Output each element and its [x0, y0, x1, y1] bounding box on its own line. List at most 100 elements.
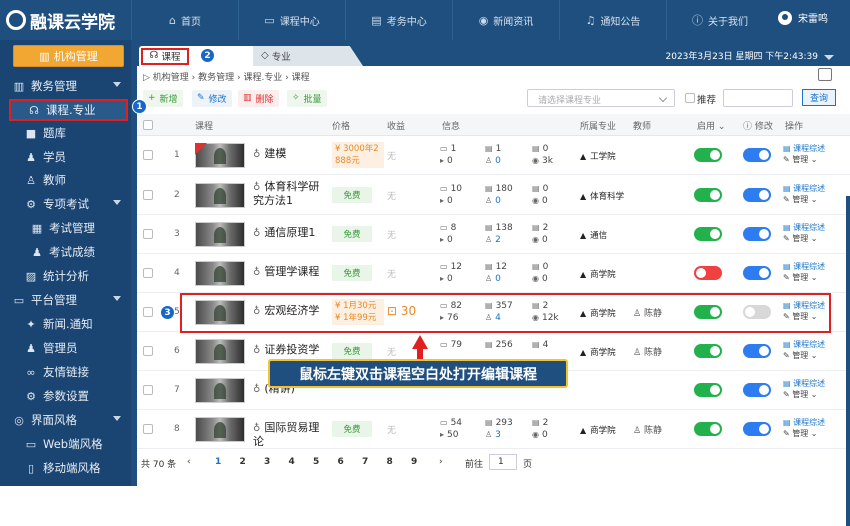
page-number[interactable]: 4	[289, 457, 295, 467]
course-thumbnail[interactable]	[195, 261, 245, 286]
course-summary-link[interactable]: ▤ 课程综述	[783, 417, 825, 428]
tabs-dropdown-icon[interactable]	[824, 55, 834, 60]
org-manage-button[interactable]: ▥ 机构管理	[13, 45, 124, 67]
enable-toggle[interactable]	[694, 266, 722, 280]
course-summary-link[interactable]: ▤ 课程综述	[783, 261, 825, 272]
manage-dropdown[interactable]: ✎ 管理 ⌄	[783, 350, 825, 361]
prev-page-icon[interactable]: ‹	[187, 457, 191, 467]
th-enable[interactable]: 启用 ⌄	[697, 119, 725, 132]
course-name[interactable]: ♁ 通信原理1	[253, 226, 327, 240]
course-summary-link[interactable]: ▤ 课程综述	[783, 222, 825, 233]
row-checkbox[interactable]	[143, 229, 153, 239]
topnav-item[interactable]: ♫ 通知公告	[559, 0, 666, 40]
sidebar-item[interactable]: ▭ Web端风格	[0, 433, 131, 455]
manage-dropdown[interactable]: ✎ 管理 ⌄	[783, 272, 825, 283]
add-button[interactable]: + 新增	[143, 90, 183, 107]
page-number[interactable]: 1	[215, 457, 221, 467]
topnav-item[interactable]: ⓘ 关于我们	[666, 0, 773, 40]
course-summary-link[interactable]: ▤ 课程综述	[783, 378, 825, 389]
sidebar-item[interactable]: ▯ 移动端风格	[0, 457, 131, 479]
user-menu[interactable]: 宋雷鸣	[778, 10, 828, 25]
query-button[interactable]: 查询	[802, 89, 836, 106]
row-checkbox[interactable]	[143, 150, 153, 160]
enable-toggle[interactable]	[694, 383, 722, 397]
edit-toggle[interactable]	[743, 344, 771, 358]
course-thumbnail[interactable]	[195, 339, 245, 364]
sidebar-item[interactable]: ⚙ 专项考试	[0, 193, 131, 215]
edit-toggle[interactable]	[743, 148, 771, 162]
sidebar-item[interactable]: ■ 题库	[0, 122, 131, 144]
row-checkbox[interactable]	[143, 385, 153, 395]
row-checkbox[interactable]	[143, 190, 153, 200]
enable-toggle[interactable]	[694, 188, 722, 202]
table-row[interactable]: 2 ♁ 体育科学研究方法1 免费无 ▭ 10 ▸ 0 ▤ 180 ♙ 0 ▤ 0 ◉ 0 ▲ 体育科学 ▤ 课程综述…	[137, 176, 850, 215]
sidebar-item[interactable]: ∞ 友情链接	[0, 361, 131, 383]
next-page-icon[interactable]: ›	[439, 457, 443, 467]
course-thumbnail[interactable]	[195, 417, 245, 442]
topnav-item[interactable]: ◉ 新闻资讯	[452, 0, 559, 40]
edit-toggle[interactable]	[743, 266, 771, 280]
manage-dropdown[interactable]: ✎ 管理 ⌄	[783, 233, 825, 244]
edit-button[interactable]: ✎ 修改	[192, 90, 232, 107]
sidebar-item[interactable]: ▥ 教务管理	[0, 75, 131, 97]
page-number[interactable]: 2	[240, 457, 246, 467]
course-thumbnail[interactable]	[195, 222, 245, 247]
course-name[interactable]: ♁ 体育科学研究方法1	[253, 180, 327, 208]
page-number[interactable]: 7	[362, 457, 368, 467]
course-name[interactable]: ♁ 管理学课程	[253, 265, 327, 279]
manage-dropdown[interactable]: ✎ 管理 ⌄	[783, 389, 825, 400]
page-number[interactable]: 6	[338, 457, 344, 467]
sidebar-item[interactable]: ▭ 平台管理	[0, 289, 131, 311]
table-row[interactable]: 1 ♁ 建模 ¥ 3000年2 888元无 ▭ 1 ▸ 0 ▤ 1 ♙ 0 ▤ 0 ◉ 3k ▲ 工学院 ▤ 课程综述…	[137, 136, 850, 175]
manage-dropdown[interactable]: ✎ 管理 ⌄	[783, 154, 825, 165]
sidebar-item[interactable]: ♙ 教师	[0, 169, 131, 191]
edit-toggle[interactable]	[743, 383, 771, 397]
edit-toggle[interactable]	[743, 227, 771, 241]
enable-toggle[interactable]	[694, 344, 722, 358]
tab-major[interactable]: ◇ 专业	[253, 46, 363, 66]
course-name[interactable]: ♁ 建模	[253, 147, 327, 161]
course-name[interactable]: ♁ 国际贸易理论	[253, 421, 327, 449]
tab-course[interactable]: ☊ 课程	[139, 46, 259, 66]
course-summary-link[interactable]: ▤ 课程综述	[783, 143, 825, 154]
recommend-checkbox[interactable]	[685, 93, 695, 103]
app-logo[interactable]: 融课云学院	[0, 0, 131, 40]
sidebar-item[interactable]: ◎ 界面风格	[0, 409, 131, 431]
enable-toggle[interactable]	[694, 422, 722, 436]
row-checkbox[interactable]	[143, 424, 153, 434]
manage-dropdown[interactable]: ✎ 管理 ⌄	[783, 194, 825, 205]
edit-toggle[interactable]	[743, 422, 771, 436]
course-name[interactable]: ♁ 证券投资学	[253, 343, 327, 357]
sidebar-item[interactable]: ☊ 课程.专业	[9, 99, 128, 121]
table-row[interactable]: 8 ♁ 国际贸易理论 免费无 ▭ 54 ▸ 50 ▤ 293 ♙ 3 ▤ 2 ◉ 0 ▲ 商学院 ♙ 陈静 ▤ 课程综…	[137, 410, 850, 449]
page-number[interactable]: 8	[387, 457, 393, 467]
enable-toggle[interactable]	[694, 148, 722, 162]
table-row[interactable]: 3 ♁ 通信原理1 免费无 ▭ 8 ▸ 0 ▤ 138 ♙ 2 ▤ 2 ◉ 0 ▲ 通信 ▤ 课程综述 ✎ 管理 ⌄	[137, 215, 850, 254]
sidebar-item[interactable]: ♟ 考试成绩	[0, 241, 131, 263]
scrollbar[interactable]	[846, 196, 850, 526]
course-summary-link[interactable]: ▤ 课程综述	[783, 183, 825, 194]
major-select[interactable]: 请选择课程专业	[527, 89, 675, 107]
course-summary-link[interactable]: ▤ 课程综述	[783, 339, 825, 350]
sidebar-item[interactable]: ⚙ 参数设置	[0, 385, 131, 407]
select-all-checkbox[interactable]	[143, 120, 153, 130]
sidebar-item[interactable]: ▦ 考试管理	[0, 217, 131, 239]
row-checkbox[interactable]	[143, 268, 153, 278]
course-thumbnail[interactable]	[195, 378, 245, 403]
page-number[interactable]: 9	[411, 457, 417, 467]
print-icon[interactable]	[818, 68, 832, 81]
sidebar-item[interactable]: ♟ 管理员	[0, 337, 131, 359]
page-number[interactable]: 5	[313, 457, 319, 467]
delete-button[interactable]: ▥ 删除	[238, 90, 279, 107]
batch-button[interactable]: ✧ 批量	[287, 90, 327, 107]
topnav-item[interactable]: ▭ 课程中心	[238, 0, 345, 40]
sidebar-item[interactable]: ♟ 学员	[0, 146, 131, 168]
row-checkbox[interactable]	[143, 346, 153, 356]
page-input[interactable]: 1	[489, 454, 517, 470]
course-thumbnail[interactable]	[195, 183, 245, 208]
topnav-item[interactable]: ▤ 考务中心	[345, 0, 452, 40]
topnav-item[interactable]: ⌂ 首页	[131, 0, 238, 40]
sidebar-item[interactable]: ✦ 新闻.通知	[0, 313, 131, 335]
table-row[interactable]: 4 ♁ 管理学课程 免费无 ▭ 12 ▸ 0 ▤ 12 ♙ 0 ▤ 0 ◉ 0 ▲ 商学院 ▤ 课程综述 ✎ 管理 ⌄	[137, 254, 850, 293]
recommend-input[interactable]	[723, 89, 793, 107]
